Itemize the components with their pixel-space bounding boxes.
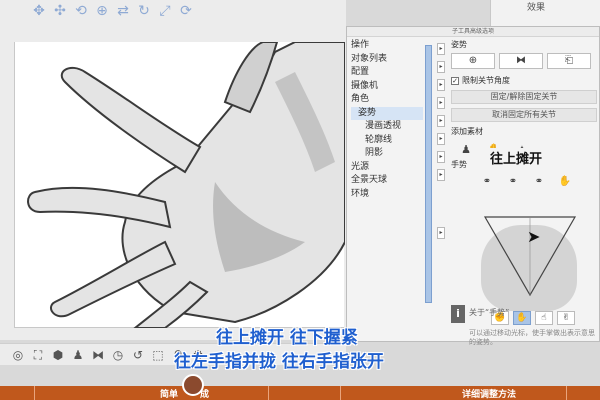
mirror-pose-button[interactable]: ⧓ bbox=[499, 53, 543, 69]
canvas-area[interactable]: ✥ ✣ ⟲ ⊕ ⇄ ↻ ⤢ ⟳ bbox=[0, 0, 346, 340]
gesture-link-icon[interactable]: ⚭ bbox=[501, 175, 525, 189]
figure-material-icon[interactable]: ♟ bbox=[455, 142, 477, 158]
pose-buttons: ⊕ ⧓ ⎗ bbox=[451, 53, 597, 69]
pan-icon[interactable]: ✣ bbox=[51, 2, 69, 20]
move-object-icon[interactable]: ⇄ bbox=[114, 2, 132, 20]
add-material-label: 添加素材 bbox=[451, 127, 483, 136]
category-item-selected[interactable]: 姿势 bbox=[351, 106, 423, 120]
expand-arrow-icon[interactable]: ▸ bbox=[437, 43, 445, 55]
point-icon[interactable]: ☝ bbox=[535, 311, 553, 325]
gesture-control-area[interactable]: ➤ bbox=[475, 213, 585, 313]
category-item[interactable]: 环境 bbox=[351, 188, 423, 202]
chapter-label-detail[interactable]: 详细调整方法 bbox=[462, 387, 516, 400]
category-item[interactable]: 光源 bbox=[351, 161, 423, 175]
dialog-title: 子工具高级选项 bbox=[347, 27, 599, 37]
rotate-icon[interactable]: ⟲ bbox=[72, 2, 90, 20]
chapter-divider bbox=[566, 386, 567, 400]
expand-arrow-icon[interactable]: ▸ bbox=[437, 133, 445, 145]
gesture-link-icon[interactable]: ⚭ bbox=[527, 175, 551, 189]
subtool-options-dialog: 子工具高级选项 操作 对象列表 配置 摄像机 角色 姿势 漫画透视 轮廓线 阴影… bbox=[346, 26, 600, 346]
chapter-divider bbox=[340, 386, 341, 400]
expand-arrow-icon[interactable]: ▸ bbox=[437, 169, 445, 181]
open-hand-icon[interactable]: ✋ bbox=[513, 311, 531, 325]
info-title: 关于“手势” bbox=[469, 308, 510, 317]
effects-label: 效果 bbox=[527, 3, 546, 13]
rotate-object-icon[interactable]: ↻ bbox=[135, 2, 153, 20]
category-item[interactable]: 全景天球 bbox=[351, 174, 423, 188]
category-item[interactable]: 摄像机 bbox=[351, 80, 423, 94]
chapter-divider bbox=[268, 386, 269, 400]
top-toolbar: ✥ ✣ ⟲ ⊕ ⇄ ↻ ⤢ ⟳ bbox=[30, 0, 195, 22]
category-item[interactable]: 对象列表 bbox=[351, 53, 423, 67]
gesture-hand-icon[interactable]: ✋ bbox=[553, 175, 577, 189]
category-item[interactable]: 角色 bbox=[351, 93, 423, 107]
clock-icon[interactable]: ◷ bbox=[110, 347, 126, 363]
spread-up-hint: 往上摊开 bbox=[488, 148, 545, 167]
canvas-paper bbox=[14, 41, 346, 329]
category-item[interactable]: 操作 bbox=[351, 39, 423, 53]
reset-pose-icon[interactable]: ↺ bbox=[130, 347, 146, 363]
chapter-divider bbox=[34, 386, 35, 400]
info-icon: i bbox=[451, 305, 465, 323]
reset-pose-button[interactable]: ⊕ bbox=[451, 53, 495, 69]
subtitle-line-1: 往上摊开 往下握紧 bbox=[216, 328, 358, 348]
chapter-label-simple[interactable]: 简单 bbox=[160, 387, 178, 400]
category-item[interactable]: 漫画透视 bbox=[351, 120, 423, 134]
pinch-icon[interactable]: ✌ bbox=[557, 311, 575, 325]
gesture-link-icon[interactable]: ⚭ bbox=[475, 175, 499, 189]
register-pose-button[interactable]: ⎗ bbox=[547, 53, 591, 69]
move-camera-icon[interactable]: ✥ bbox=[30, 2, 48, 20]
expand-arrow-icon[interactable]: ▸ bbox=[437, 97, 445, 109]
frame-icon[interactable]: ⛶ bbox=[30, 347, 46, 363]
limit-joint-checkbox[interactable]: ✓ bbox=[451, 76, 459, 85]
chapter-label-mid[interactable]: 成 bbox=[200, 387, 209, 400]
gesture-presets: ⚭ ⚭ ⚭ ✋ bbox=[451, 175, 597, 189]
info-text: 可以通过移动光标，使手掌做出表示意思的姿势。 bbox=[469, 329, 595, 346]
pose-figure-icon[interactable]: ♟ bbox=[70, 347, 86, 363]
fix-joint-button[interactable]: 固定/解除固定关节 bbox=[451, 90, 597, 104]
expand-arrow-icon[interactable]: ▸ bbox=[437, 151, 445, 163]
scale-icon[interactable]: ⤢ bbox=[156, 2, 174, 20]
limit-joint-label: 限制关节角度 bbox=[462, 76, 510, 85]
select-icon[interactable]: ⬚ bbox=[150, 347, 166, 363]
subtitle-line-2: 往左手指并拢 往右手指张开 bbox=[174, 352, 384, 372]
expand-arrow-icon[interactable]: ▸ bbox=[437, 79, 445, 91]
flip-icon[interactable]: ⧓ bbox=[90, 347, 106, 363]
limit-joint-row[interactable]: ✓ 限制关节角度 bbox=[451, 75, 597, 86]
pose-label: 姿势 bbox=[451, 40, 467, 49]
mouse-cursor-icon: ➤ bbox=[527, 227, 541, 246]
category-list: 操作 对象列表 配置 摄像机 角色 姿势 漫画透视 轮廓线 阴影 光源 全景天球… bbox=[351, 39, 423, 201]
camera-icon[interactable]: ◎ bbox=[10, 347, 26, 363]
setting-visibility-bar[interactable] bbox=[425, 45, 432, 303]
expand-arrow-icon[interactable]: ▸ bbox=[437, 227, 445, 239]
category-item[interactable]: 阴影 bbox=[351, 147, 423, 161]
expand-arrow-icon[interactable]: ▸ bbox=[437, 115, 445, 127]
category-item[interactable]: 轮廓线 bbox=[351, 134, 423, 148]
hand-drawing bbox=[27, 41, 346, 329]
reset-icon[interactable]: ⟳ bbox=[177, 2, 195, 20]
unfix-all-joints-button[interactable]: 取消固定所有关节 bbox=[451, 108, 597, 122]
expand-arrow-icon[interactable]: ▸ bbox=[437, 61, 445, 73]
zoom-icon[interactable]: ⊕ bbox=[93, 2, 111, 20]
category-item[interactable]: 配置 bbox=[351, 66, 423, 80]
cube-icon[interactable]: ⬢ bbox=[50, 347, 66, 363]
